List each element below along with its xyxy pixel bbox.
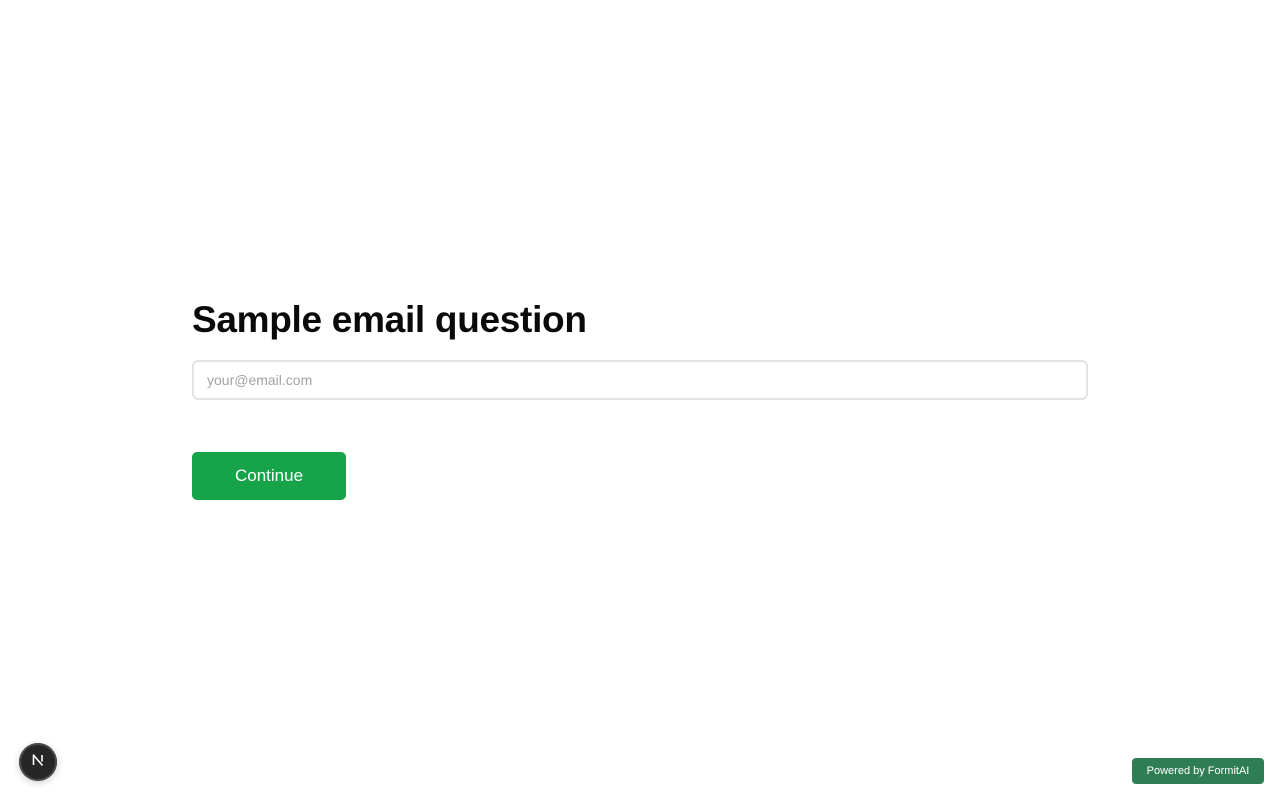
question-title: Sample email question xyxy=(192,299,587,340)
nextjs-dev-badge[interactable] xyxy=(19,743,57,781)
continue-button[interactable]: Continue xyxy=(192,452,346,500)
page: Sample email question Continue Powered b… xyxy=(0,0,1280,800)
email-input[interactable] xyxy=(192,360,1088,400)
nextjs-logo-icon xyxy=(30,752,46,773)
question-form: Sample email question Continue xyxy=(192,296,1088,500)
powered-by-badge[interactable]: Powered by FormitAI xyxy=(1132,758,1264,784)
